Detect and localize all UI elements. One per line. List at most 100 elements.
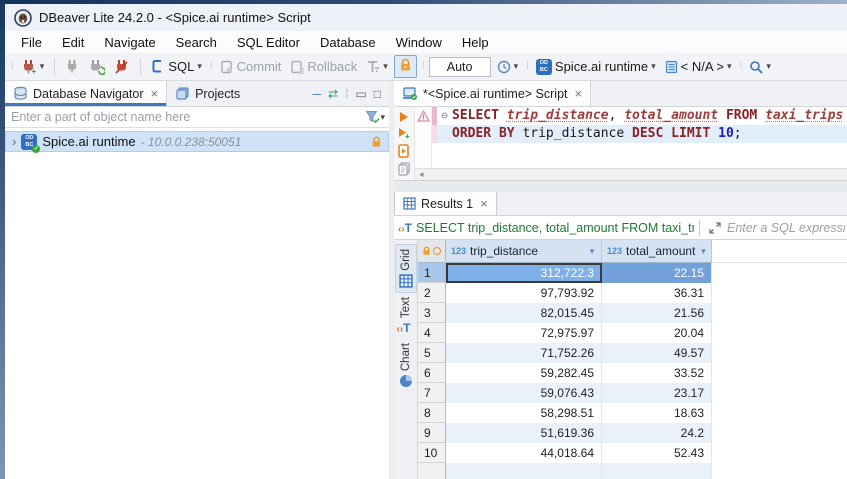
active-schema-selector[interactable]: < N/A > ▾ <box>662 57 735 76</box>
sql-token[interactable]: total_amount <box>624 108 718 123</box>
grid-cell[interactable]: 49.57 <box>602 343 712 363</box>
grid-cell[interactable]: 33.52 <box>602 363 712 383</box>
menu-window[interactable]: Window <box>386 33 452 52</box>
row-header[interactable]: 7 <box>418 383 446 403</box>
tab-projects[interactable]: Projects <box>167 81 248 106</box>
drag-handle-icon[interactable]: ⁞ <box>345 87 348 101</box>
sql-token[interactable] <box>710 126 718 141</box>
menu-file[interactable]: File <box>11 33 52 52</box>
expand-chevron-icon[interactable]: › <box>12 134 16 149</box>
expand-panel-icon[interactable] <box>709 222 721 234</box>
sql-token[interactable]: , <box>609 108 625 123</box>
close-icon[interactable]: × <box>150 86 158 101</box>
tree-item-connection[interactable]: › ODBC✓ Spice.ai runtime - 10.0.0.238:50… <box>5 131 389 152</box>
maximize-view-icon[interactable]: □ <box>374 87 381 101</box>
grid-cell[interactable]: 22.15 <box>602 263 712 283</box>
grid-cell[interactable]: 58,298.51 <box>446 403 602 423</box>
sql-token[interactable]: DESC <box>632 126 663 141</box>
new-connection-dropdown[interactable]: ▾ <box>40 61 45 72</box>
grid-cell[interactable] <box>602 463 712 479</box>
search-button[interactable]: ▾ <box>746 58 774 76</box>
fold-collapse-icon[interactable]: ⊖ <box>437 107 452 125</box>
grid-cell[interactable]: 52.43 <box>602 443 712 463</box>
warning-icon[interactable]: ! <box>417 110 430 122</box>
row-header[interactable]: 5 <box>418 343 446 363</box>
menu-navigate[interactable]: Navigate <box>94 33 165 52</box>
tab-results-1[interactable]: Results 1 × <box>394 192 497 215</box>
sql-token[interactable]: trip_distance <box>515 126 632 141</box>
grid-cell[interactable] <box>446 463 602 479</box>
sql-token[interactable] <box>718 108 726 123</box>
reconnect-button[interactable] <box>86 57 108 77</box>
transaction-log-button[interactable]: ▾ <box>494 58 522 76</box>
menu-help[interactable]: Help <box>452 33 499 52</box>
menu-database[interactable]: Database <box>310 33 386 52</box>
grid-cell[interactable]: 18.63 <box>602 403 712 423</box>
disconnect-button[interactable] <box>111 57 133 77</box>
schema-dropdown[interactable]: ▾ <box>727 61 732 72</box>
active-connection-selector[interactable]: ODBC Spice.ai runtime ▾ <box>533 57 659 77</box>
execute-script-icon[interactable] <box>397 144 411 158</box>
grid-cell[interactable]: 59,076.43 <box>446 383 602 403</box>
title-bar[interactable]: DBeaver Lite 24.2.0 - <Spice.ai runtime>… <box>5 4 847 31</box>
sql-expression-input[interactable] <box>725 220 847 236</box>
link-with-editor-icon[interactable]: ⇄ <box>328 87 338 101</box>
clock-dropdown[interactable]: ▾ <box>514 61 519 72</box>
new-connection-button[interactable]: + ▾ <box>18 57 48 77</box>
grid-cell[interactable]: 24.2 <box>602 423 712 443</box>
script-multiple-icon[interactable] <box>397 162 411 176</box>
tab-sql-script[interactable]: *<Spice.ai runtime> Script × <box>394 81 591 106</box>
transaction-mode-button[interactable]: ▾ <box>363 58 391 76</box>
connection-dropdown[interactable]: ▾ <box>651 61 656 72</box>
row-header[interactable]: 3 <box>418 303 446 323</box>
grid-cell[interactable]: 72,975.97 <box>446 323 602 343</box>
minimize-view-icon[interactable]: ▭ <box>355 87 366 101</box>
code-line-2[interactable]: ORDER BY trip_distance DESC LIMIT 10; <box>432 125 847 143</box>
menu-sql-editor[interactable]: SQL Editor <box>227 33 310 52</box>
editor-results-sash[interactable] <box>394 180 847 192</box>
tab-text[interactable]: Text ‹›T <box>395 293 417 339</box>
sql-token[interactable]: SELECT <box>452 108 507 123</box>
sql-token[interactable] <box>663 126 671 141</box>
grid-cell[interactable]: 44,018.64 <box>446 443 602 463</box>
row-header[interactable]: 8 <box>418 403 446 423</box>
commit-button[interactable]: Commit <box>217 57 285 76</box>
transaction-dropdown[interactable]: ▾ <box>383 61 388 72</box>
tab-grid[interactable]: Grid <box>395 244 417 293</box>
search-dropdown[interactable]: ▾ <box>766 61 771 72</box>
sql-editor-button[interactable]: SQL ▾ <box>148 57 205 76</box>
row-header[interactable] <box>418 463 446 479</box>
row-header[interactable]: 9 <box>418 423 446 443</box>
sql-token[interactable]: taxi_trips <box>765 108 843 123</box>
grid-cell[interactable]: 20.04 <box>602 323 712 343</box>
sql-dropdown[interactable]: ▾ <box>197 61 202 72</box>
sql-token[interactable]: FROM <box>726 108 757 123</box>
grid-cell[interactable]: 82,015.45 <box>446 303 602 323</box>
grid-cell[interactable]: 97,793.92 <box>446 283 602 303</box>
grid-cell[interactable]: 23.17 <box>602 383 712 403</box>
code-line-1[interactable]: ⊖ SELECT trip_distance, total_amount FRO… <box>432 107 847 125</box>
execute-new-tab-icon[interactable]: + <box>398 127 411 140</box>
grid-cell[interactable]: 71,752.26 <box>446 343 602 363</box>
column-filter-icon[interactable]: ▼ <box>588 247 596 256</box>
grid-cell[interactable]: 312,722.3 <box>446 263 602 283</box>
sql-token[interactable]: ; <box>734 126 742 141</box>
grid-cell[interactable]: 59,282.45 <box>446 363 602 383</box>
close-icon[interactable]: × <box>575 86 583 101</box>
scroll-left-arrow-icon[interactable]: ◂ <box>415 169 428 180</box>
row-header[interactable]: 1 <box>418 263 446 283</box>
commit-mode-combo[interactable]: Auto <box>429 57 491 77</box>
collapse-all-icon[interactable]: ─ <box>312 87 321 101</box>
sql-token[interactable] <box>757 108 765 123</box>
row-header[interactable]: 2 <box>418 283 446 303</box>
tab-chart[interactable]: Chart <box>395 339 417 392</box>
rollback-button[interactable]: Rollback <box>287 57 360 76</box>
column-filter-icon[interactable]: ▼ <box>699 247 707 256</box>
sql-token[interactable]: trip_distance <box>507 108 609 123</box>
menu-search[interactable]: Search <box>166 33 227 52</box>
grid-cell[interactable]: 51,619.36 <box>446 423 602 443</box>
column-header-trip-distance[interactable]: 123 trip_distance ▼ <box>446 240 602 263</box>
row-header[interactable]: 6 <box>418 363 446 383</box>
execute-statement-icon[interactable] <box>398 111 410 123</box>
row-header[interactable]: 10 <box>418 443 446 463</box>
